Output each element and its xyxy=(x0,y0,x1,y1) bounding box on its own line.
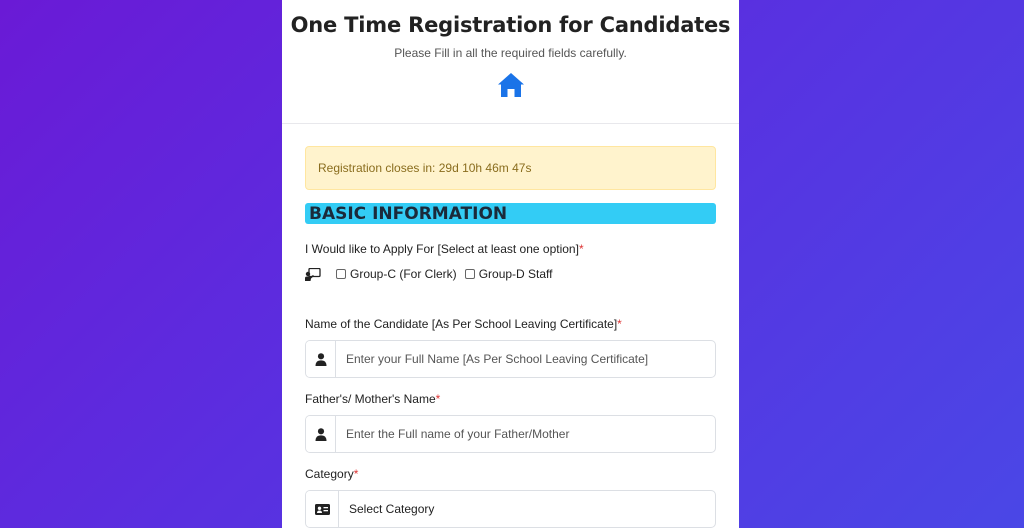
option-group-d[interactable]: Group-D Staff xyxy=(464,267,553,281)
form-header: One Time Registration for Candidates Ple… xyxy=(282,0,739,124)
apply-for-options: Group-C (For Clerk) Group-D Staff xyxy=(305,266,716,282)
candidate-name-field[interactable]: Enter your Full Name [As Per School Leav… xyxy=(305,340,716,378)
home-icon xyxy=(497,73,524,97)
parent-name-input[interactable]: Enter the Full name of your Father/Mothe… xyxy=(336,416,569,452)
option-group-c[interactable]: Group-C (For Clerk) xyxy=(336,267,457,281)
section-title-basic-information: BASIC INFORMATION xyxy=(305,203,716,224)
parent-name-addon xyxy=(306,416,336,452)
page-title: One Time Registration for Candidates xyxy=(290,13,731,37)
page-subtitle: Please Fill in all the required fields c… xyxy=(394,46,627,60)
person-icon xyxy=(315,427,326,441)
form-body: Registration closes in: 29d 10h 46m 47s … xyxy=(282,124,739,528)
person-icon xyxy=(315,352,326,366)
registration-countdown-alert: Registration closes in: 29d 10h 46m 47s xyxy=(305,146,716,190)
candidate-name-input[interactable]: Enter your Full Name [As Per School Leav… xyxy=(336,341,648,377)
candidate-name-label: Name of the Candidate [As Per School Lea… xyxy=(305,317,622,331)
countdown-text: Registration closes in: 29d 10h 46m 47s xyxy=(318,161,532,175)
parent-name-label: Father's/ Mother's Name* xyxy=(305,392,441,406)
id-card-icon xyxy=(314,503,330,515)
apply-for-label: I Would like to Apply For [Select at lea… xyxy=(305,242,584,256)
category-label: Category* xyxy=(305,467,359,481)
required-mark: * xyxy=(578,242,584,256)
home-link[interactable] xyxy=(497,72,525,103)
candidate-name-addon xyxy=(306,341,336,377)
group-d-checkbox[interactable] xyxy=(464,269,475,279)
category-addon xyxy=(306,491,339,527)
category-select[interactable]: Select Category xyxy=(339,491,434,527)
parent-name-field[interactable]: Enter the Full name of your Father/Mothe… xyxy=(305,415,716,453)
registration-card: One Time Registration for Candidates Ple… xyxy=(282,0,739,528)
category-field[interactable]: Select Category xyxy=(305,490,716,528)
group-c-checkbox[interactable] xyxy=(336,269,346,279)
chalkboard-teacher-icon xyxy=(305,267,321,281)
